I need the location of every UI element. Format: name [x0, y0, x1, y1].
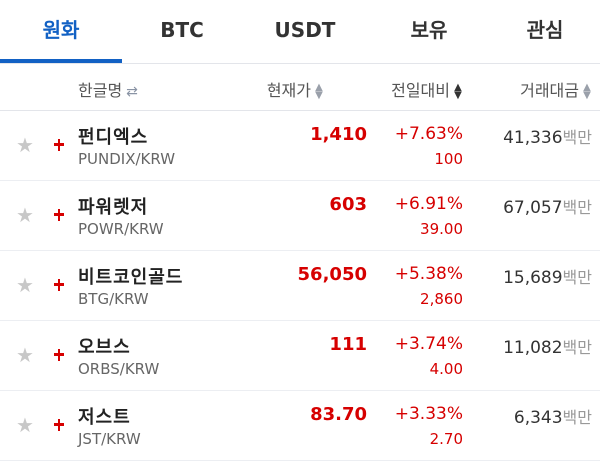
sort-icon: ▲ ▼: [583, 81, 591, 101]
swap-icon[interactable]: ⇄: [126, 84, 138, 100]
star-icon[interactable]: ★: [16, 413, 34, 437]
coin-name: 오브스: [78, 337, 131, 358]
candle-up-icon: [53, 349, 65, 361]
table-row[interactable]: ★ 저스트 JST/KRW 83.70 +3.33% 2.70 6,343백만: [0, 391, 600, 461]
candle-up-icon: [53, 279, 65, 291]
change-rate: +5.38%: [394, 264, 463, 284]
current-price: 603: [329, 194, 367, 215]
column-price-header[interactable]: 현재가 ▲ ▼: [267, 77, 324, 101]
tab-krw[interactable]: 원화: [0, 0, 122, 60]
coin-ticker: PUNDIX/KRW: [78, 150, 176, 168]
coin-name: 파워렛저: [78, 197, 149, 218]
change-amount: 4.00: [429, 360, 463, 378]
active-tab-indicator: [0, 59, 122, 63]
trade-volume-value: 67,057: [503, 198, 563, 218]
trade-volume-value: 11,082: [503, 338, 563, 358]
change-rate: +3.33%: [394, 404, 463, 424]
trade-volume: 6,343백만: [514, 404, 592, 428]
table-row[interactable]: ★ 오브스 ORBS/KRW 111 +3.74% 4.00 11,082백만: [0, 321, 600, 391]
tab-favorites[interactable]: 관심: [490, 0, 600, 60]
trade-volume-value: 15,689: [503, 268, 563, 288]
column-price-label: 현재가: [266, 81, 311, 100]
star-icon[interactable]: ★: [16, 273, 34, 297]
trade-volume: 67,057백만: [503, 194, 592, 218]
star-icon[interactable]: ★: [16, 133, 34, 157]
trade-volume-value: 41,336: [503, 128, 563, 148]
column-name-header[interactable]: 한글명 ⇄: [78, 77, 138, 101]
sort-active-icon: ▲ ▼: [454, 81, 462, 101]
trade-volume-value: 6,343: [513, 408, 563, 428]
change-rate: +7.63%: [394, 124, 463, 144]
coin-ticker: ORBS/KRW: [78, 360, 160, 378]
column-volume-label: 거래대금: [520, 81, 579, 100]
table-row[interactable]: ★ 펀디엑스 PUNDIX/KRW 1,410 +7.63% 100 41,33…: [0, 111, 600, 181]
coin-ticker: BTG/KRW: [78, 290, 149, 308]
change-amount: 2.70: [429, 430, 463, 448]
star-icon[interactable]: ★: [16, 203, 34, 227]
trade-volume: 41,336백만: [503, 124, 592, 148]
current-price: 111: [329, 334, 367, 355]
sort-icon: ▲ ▼: [315, 81, 323, 101]
table-header: 한글명 ⇄ 현재가 ▲ ▼ 전일대비 ▲ ▼ 거래대금 ▲ ▼: [0, 64, 600, 111]
current-price: 56,050: [297, 264, 367, 285]
column-change-header[interactable]: 전일대비 ▲ ▼: [391, 77, 463, 101]
table-row[interactable]: ★ 비트코인골드 BTG/KRW 56,050 +5.38% 2,860 15,…: [0, 251, 600, 321]
table-row[interactable]: ★ 파워렛저 POWR/KRW 603 +6.91% 39.00 67,057백…: [0, 181, 600, 251]
column-name-label: 한글명: [78, 81, 123, 100]
current-price: 1,410: [310, 124, 367, 145]
volume-unit: 백만: [562, 268, 592, 287]
market-tabs: 원화 BTC USDT 보유 관심: [0, 0, 600, 64]
volume-unit: 백만: [562, 128, 592, 147]
coin-name: 펀디엑스: [78, 127, 149, 148]
volume-unit: 백만: [562, 198, 592, 217]
tab-btc[interactable]: BTC: [122, 0, 242, 60]
tab-usdt[interactable]: USDT: [242, 0, 368, 60]
trade-volume: 11,082백만: [503, 334, 592, 358]
trade-volume: 15,689백만: [503, 264, 592, 288]
change-amount: 2,860: [420, 290, 463, 308]
change-amount: 39.00: [420, 220, 463, 238]
coin-name: 저스트: [78, 407, 131, 428]
star-icon[interactable]: ★: [16, 343, 34, 367]
change-amount: 100: [434, 150, 463, 168]
change-rate: +3.74%: [394, 334, 463, 354]
volume-unit: 백만: [562, 338, 592, 357]
coin-ticker: JST/KRW: [78, 430, 141, 448]
column-volume-header[interactable]: 거래대금 ▲ ▼: [520, 77, 592, 101]
coin-name: 비트코인골드: [78, 267, 184, 288]
volume-unit: 백만: [562, 408, 592, 427]
candle-up-icon: [53, 419, 65, 431]
column-change-label: 전일대비: [391, 81, 450, 100]
change-rate: +6.91%: [394, 194, 463, 214]
candle-up-icon: [53, 209, 65, 221]
current-price: 83.70: [310, 404, 367, 425]
coin-ticker: POWR/KRW: [78, 220, 164, 238]
tab-holdings[interactable]: 보유: [368, 0, 490, 60]
candle-up-icon: [53, 139, 65, 151]
